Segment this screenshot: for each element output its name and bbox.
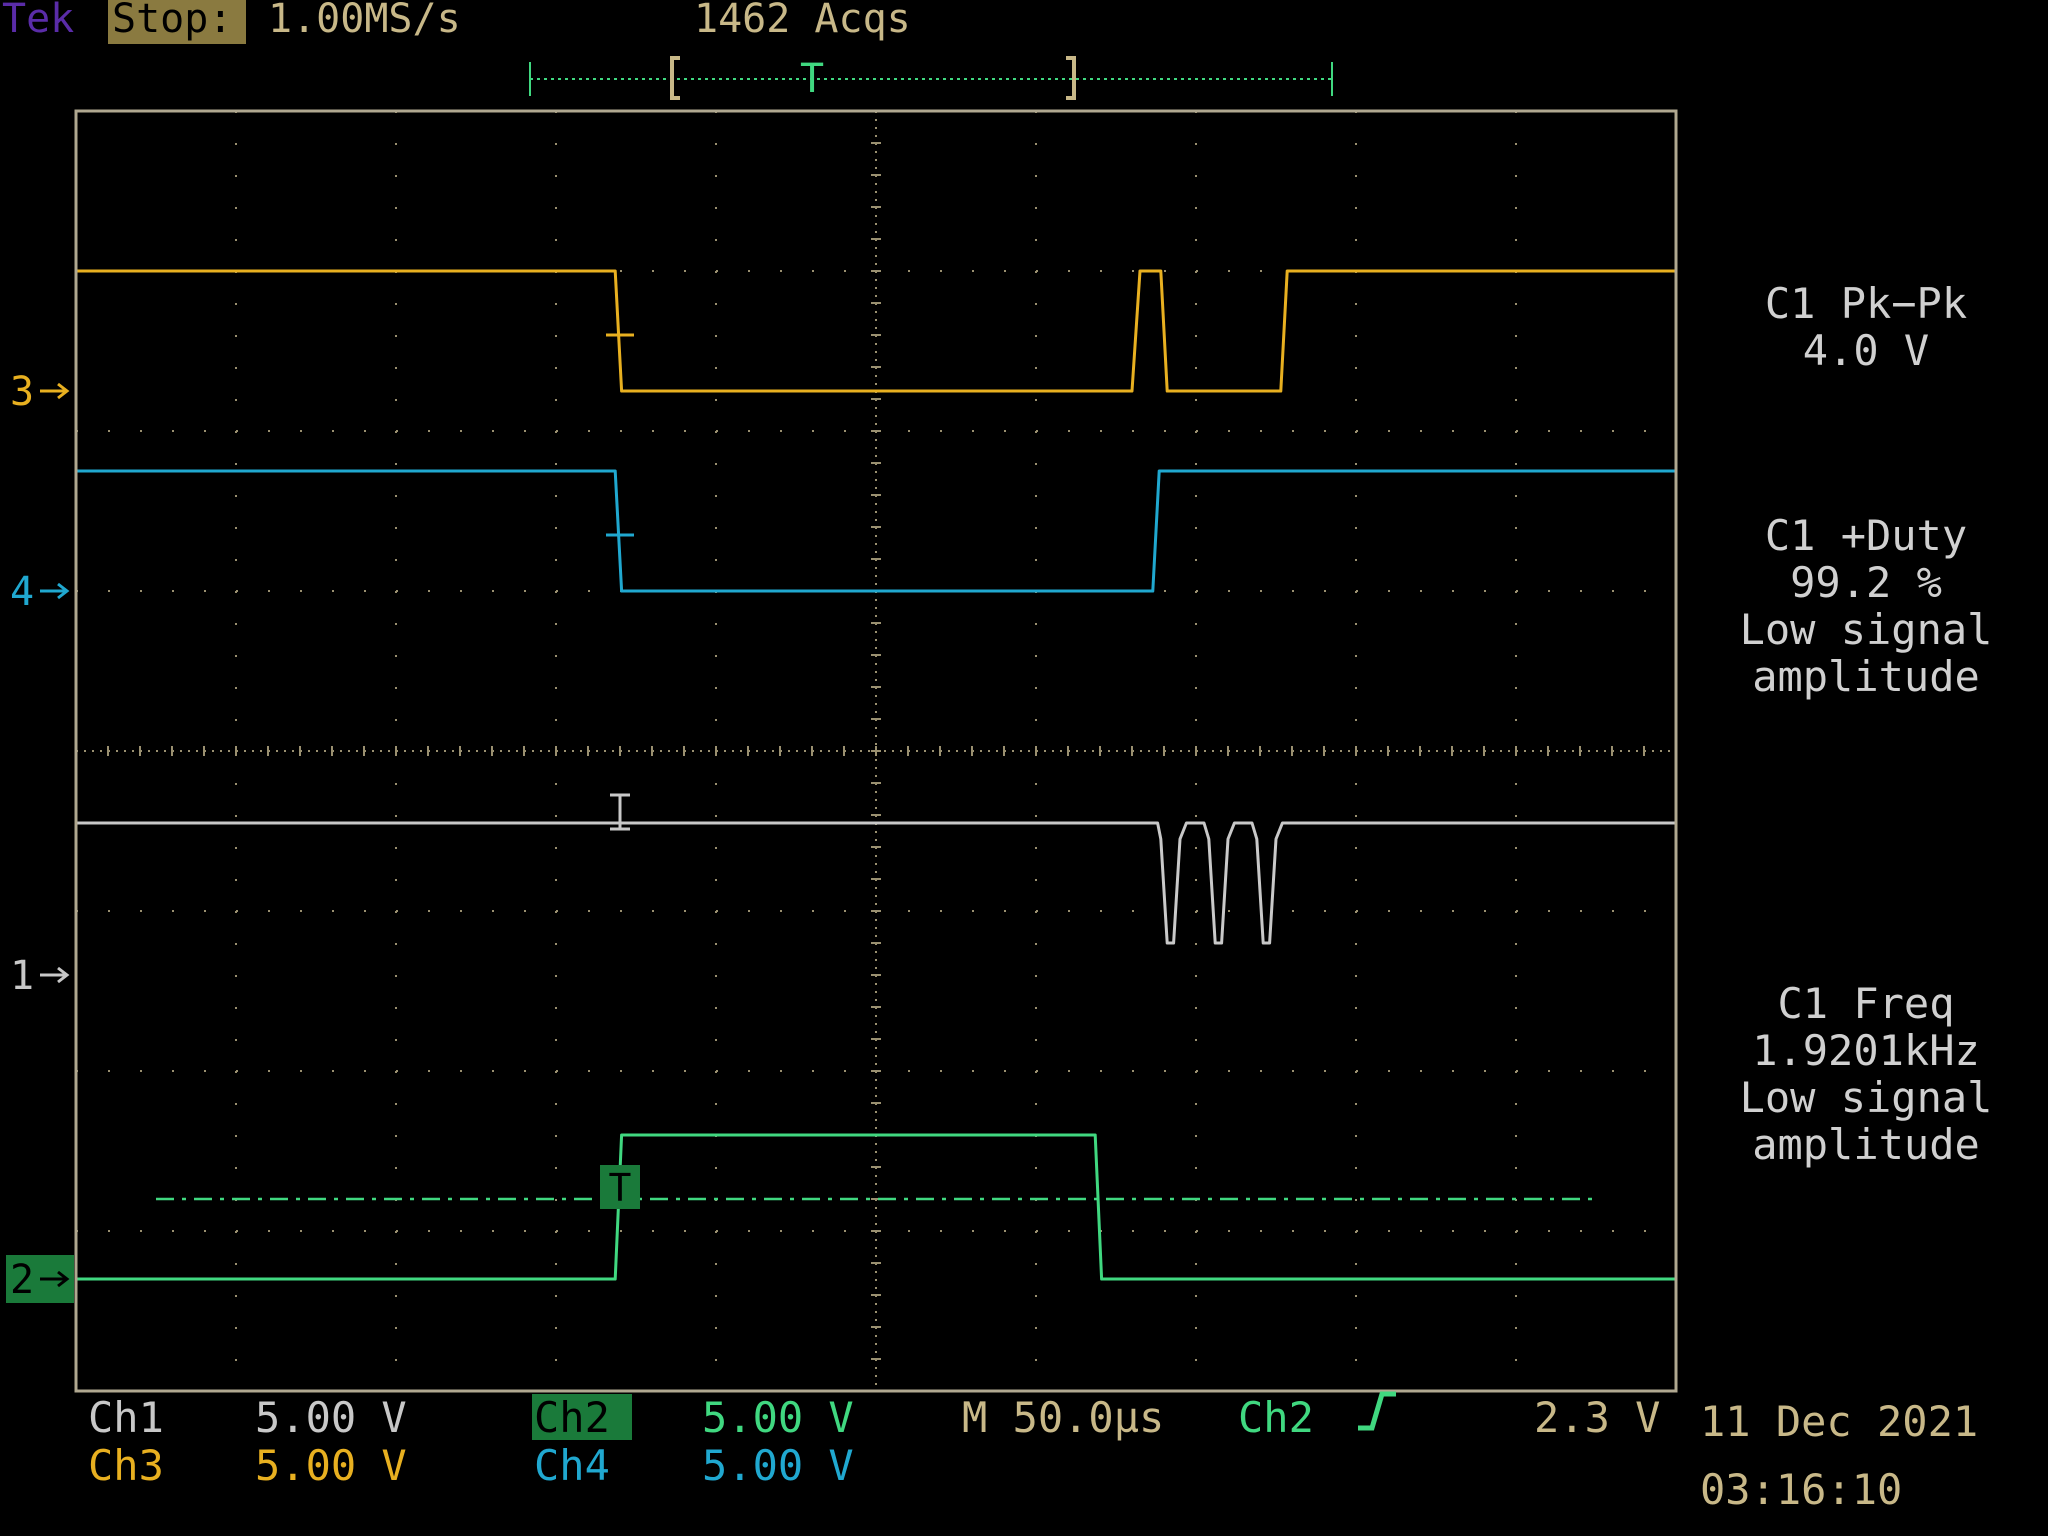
channel-marker-label: 2 xyxy=(10,1257,34,1303)
trigger-position-marker: T xyxy=(800,56,824,102)
trigger-badge-ch2-label: T xyxy=(609,1166,632,1210)
ch3-scale: 5.00 V xyxy=(255,1441,407,1490)
time-label: 03:16:10 xyxy=(1700,1465,1902,1514)
run-state-label: Stop: xyxy=(112,0,232,42)
oscilloscope-display: Tek Stop: 1.00MS/s 1462 Acqs T T 3 4 1 2 C1… xyxy=(2,0,1993,1514)
rising-edge-icon xyxy=(1358,1391,1396,1431)
scope-header: Tek Stop: 1.00MS/s 1462 Acqs T xyxy=(2,0,1333,102)
measurement-value: Low signal xyxy=(1740,605,1993,654)
channel-marker-1[interactable]: 1 xyxy=(10,953,70,999)
waveform-plot: T xyxy=(74,109,1678,1393)
sample-rate-label: 1.00MS/s xyxy=(268,0,461,42)
ch2-name: Ch2 xyxy=(534,1393,610,1442)
measurement-1: C1 Pk−Pk4.0 V xyxy=(1765,279,1967,375)
timebase-label: M 50.0µs xyxy=(962,1393,1164,1442)
acquisitions-label: 1462 Acqs xyxy=(694,0,911,42)
measurement-panel: C1 Pk−Pk4.0 VC1 +Duty99.2 %Low signalamp… xyxy=(1740,279,1993,1169)
measurement-label: C1 +Duty xyxy=(1765,511,1967,560)
measurement-2: C1 +Duty99.2 %Low signalamplitude xyxy=(1740,511,1993,701)
measurement-label: C1 Pk−Pk xyxy=(1765,279,1967,328)
channel-marker-label: 1 xyxy=(10,953,34,999)
ch3-name: Ch3 xyxy=(88,1441,164,1490)
channel-marker-4[interactable]: 4 xyxy=(10,569,70,615)
ch1-scale: 5.00 V xyxy=(255,1393,407,1442)
measurement-value: 1.9201kHz xyxy=(1752,1026,1980,1075)
trigger-level-label: 2.3 V xyxy=(1534,1393,1660,1442)
measurement-value: 4.0 V xyxy=(1803,326,1929,375)
measurement-value: amplitude xyxy=(1752,652,1980,701)
date-label: 11 Dec 2021 xyxy=(1700,1397,1978,1446)
ch2-scale: 5.00 V xyxy=(702,1393,854,1442)
record-position-indicator xyxy=(529,56,1333,100)
channel-marker-2[interactable]: 2 xyxy=(6,1255,74,1303)
channel-markers: 3 4 1 2 xyxy=(6,369,74,1303)
measurement-value: 99.2 % xyxy=(1790,558,1942,607)
ch4-scale: 5.00 V xyxy=(702,1441,854,1490)
arrow-right-icon xyxy=(40,582,70,600)
channel-marker-label: 3 xyxy=(10,369,34,415)
channel-marker-label: 4 xyxy=(10,569,34,615)
measurement-3: C1 Freq1.9201kHzLow signalamplitude xyxy=(1740,979,1993,1169)
measurement-value: amplitude xyxy=(1752,1120,1980,1169)
brand-label: Tek xyxy=(2,0,74,42)
measurement-label: C1 Freq xyxy=(1777,979,1954,1028)
ch4-name: Ch4 xyxy=(534,1441,610,1490)
scope-footer: Ch1 5.00 V Ch2 5.00 V M 50.0µs Ch2 2.3 V… xyxy=(88,1391,1978,1514)
measurement-value: Low signal xyxy=(1740,1073,1993,1122)
arrow-right-icon xyxy=(40,966,70,984)
ch1-name: Ch1 xyxy=(88,1393,164,1442)
arrow-right-icon xyxy=(40,382,70,400)
channel-marker-3[interactable]: 3 xyxy=(10,369,70,415)
trigger-source-label: Ch2 xyxy=(1238,1393,1314,1442)
